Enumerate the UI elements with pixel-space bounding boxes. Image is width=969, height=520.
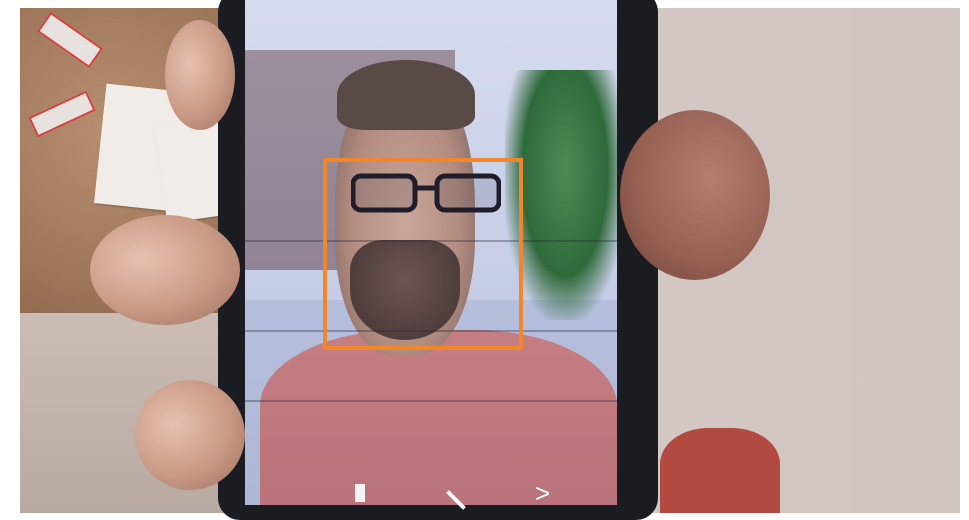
- home-icon[interactable]: [444, 480, 468, 510]
- thumb: [135, 380, 245, 490]
- finger: [165, 20, 235, 130]
- sleeve: [660, 428, 780, 513]
- recents-icon[interactable]: [355, 480, 365, 506]
- screen-scanline: [245, 400, 617, 402]
- face-detection-box: [323, 158, 523, 350]
- finger: [620, 110, 770, 280]
- thumb: [90, 215, 240, 325]
- screen-shirt: [260, 330, 617, 505]
- screen-hair: [337, 60, 475, 130]
- back-icon[interactable]: >: [535, 480, 550, 506]
